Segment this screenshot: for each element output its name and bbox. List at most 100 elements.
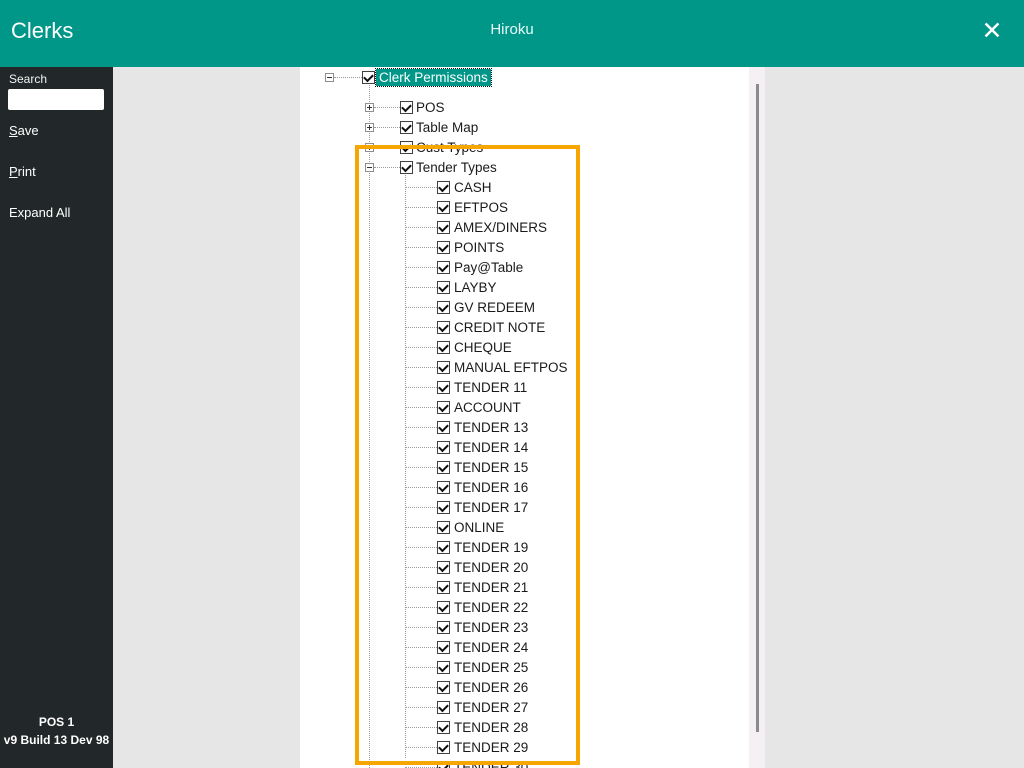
save-button[interactable]: Save [9, 123, 39, 138]
tree-checkbox-checked[interactable] [437, 381, 450, 394]
tree-node-label-selected[interactable]: Clerk Permissions [375, 68, 492, 87]
tree-checkbox-checked[interactable] [437, 361, 450, 374]
tree-node-label[interactable]: GV REDEEM [454, 299, 535, 316]
tree-node-label[interactable]: TENDER 15 [454, 459, 528, 476]
expand-toggle-icon[interactable] [365, 123, 374, 132]
tree-checkbox-checked[interactable] [437, 181, 450, 194]
tree-node-label[interactable]: MANUAL EFTPOS [454, 359, 568, 376]
tree-checkbox-checked[interactable] [437, 221, 450, 234]
tree-connector-line [405, 267, 437, 268]
tree-node-label[interactable]: TENDER 19 [454, 539, 528, 556]
tree-checkbox-checked[interactable] [437, 301, 450, 314]
tree-checkbox-checked[interactable] [437, 721, 450, 734]
tree-connector-line [405, 647, 437, 648]
tree-node-label[interactable]: TENDER 14 [454, 439, 528, 456]
tree-node-label[interactable]: POS [416, 99, 445, 116]
tree-checkbox-checked[interactable] [437, 761, 450, 768]
tree-node-label[interactable]: TENDER 23 [454, 619, 528, 636]
tree-connector-line [374, 167, 400, 168]
tree-connector-line [405, 487, 437, 488]
window-title: Hiroku [490, 21, 534, 38]
tree-node-label[interactable]: TENDER 26 [454, 679, 528, 696]
tree-connector-line [405, 687, 437, 688]
tree-checkbox-checked[interactable] [437, 441, 450, 454]
tree-connector-line [405, 287, 437, 288]
tree-checkbox-checked[interactable] [437, 601, 450, 614]
tree-connector-line [405, 187, 437, 188]
tree-node-label[interactable]: ACCOUNT [454, 399, 521, 416]
tree-checkbox-checked[interactable] [362, 71, 375, 84]
tree-connector-line [405, 247, 437, 248]
tree-checkbox-checked[interactable] [437, 661, 450, 674]
tree-connector-line [374, 147, 400, 148]
expand-all-button[interactable]: Expand All [9, 205, 70, 220]
tree-checkbox-checked[interactable] [437, 741, 450, 754]
collapse-toggle-icon[interactable] [365, 163, 374, 172]
tree-node-label[interactable]: AMEX/DINERS [454, 219, 547, 236]
tree-checkbox-checked[interactable] [437, 501, 450, 514]
tree-checkbox-checked[interactable] [400, 161, 413, 174]
tree-connector-line [405, 507, 437, 508]
search-input[interactable] [8, 89, 104, 110]
expand-toggle-icon[interactable] [365, 103, 374, 112]
tree-node-label[interactable]: TENDER 27 [454, 699, 528, 716]
tree-checkbox-checked[interactable] [437, 581, 450, 594]
tree-node-label[interactable]: TENDER 28 [454, 719, 528, 736]
tree-checkbox-checked[interactable] [437, 261, 450, 274]
tree-node-label[interactable]: TENDER 11 [454, 379, 527, 396]
tree-connector-line [405, 327, 437, 328]
tree-checkbox-checked[interactable] [437, 621, 450, 634]
tree-connector-line [405, 427, 437, 428]
tree-checkbox-checked[interactable] [437, 321, 450, 334]
scrollbar-thumb[interactable] [756, 84, 759, 732]
expand-toggle-icon[interactable] [365, 143, 374, 152]
close-icon[interactable]: ✕ [974, 13, 1010, 49]
tree-node-label[interactable]: TENDER 20 [454, 559, 528, 576]
tree-node-label[interactable]: TENDER 29 [454, 739, 528, 756]
tree-node-label[interactable]: TENDER 21 [454, 579, 528, 596]
tree-checkbox-checked[interactable] [437, 461, 450, 474]
tree-checkbox-checked[interactable] [437, 481, 450, 494]
tree-connector-line [369, 85, 370, 768]
collapse-toggle-icon[interactable] [325, 73, 334, 82]
tree-checkbox-checked[interactable] [437, 541, 450, 554]
tree-node-label[interactable]: TENDER 24 [454, 639, 528, 656]
tree-node-label[interactable]: TENDER 17 [454, 499, 528, 516]
tree-checkbox-checked[interactable] [437, 561, 450, 574]
tree-connector-line [334, 77, 362, 78]
tree-node-label[interactable]: LAYBY [454, 279, 497, 296]
tree-node-label[interactable]: TENDER 22 [454, 599, 528, 616]
tree-checkbox-checked[interactable] [437, 521, 450, 534]
tree-connector-line [405, 407, 437, 408]
tree-node-label[interactable]: Tender Types [416, 159, 497, 176]
tree-connector-line [405, 567, 437, 568]
tree-checkbox-checked[interactable] [437, 401, 450, 414]
tree-node-label[interactable]: EFTPOS [454, 199, 508, 216]
tree-checkbox-checked[interactable] [400, 121, 413, 134]
tree-checkbox-checked[interactable] [437, 201, 450, 214]
tree-node-label[interactable]: POINTS [454, 239, 504, 256]
print-button[interactable]: Print [9, 164, 36, 179]
tree-checkbox-checked[interactable] [437, 641, 450, 654]
tree-checkbox-checked[interactable] [400, 101, 413, 114]
tree-checkbox-checked[interactable] [437, 421, 450, 434]
tree-node-label[interactable]: TENDER 16 [454, 479, 528, 496]
tree-node-label[interactable]: CREDIT NOTE [454, 319, 545, 336]
tree-node-label[interactable]: CHEQUE [454, 339, 512, 356]
tree-checkbox-checked[interactable] [437, 681, 450, 694]
tree-node-label[interactable]: TENDER 13 [454, 419, 528, 436]
tree-connector-line [405, 707, 437, 708]
tree-checkbox-checked[interactable] [437, 341, 450, 354]
tree-node-label[interactable]: Pay@Table [454, 259, 523, 276]
tree-node-label[interactable]: TENDER 30 [454, 759, 528, 768]
tree-node-label[interactable]: ONLINE [454, 519, 504, 536]
tree-checkbox-checked[interactable] [400, 141, 413, 154]
tree-node-label[interactable]: Cust Types [416, 139, 483, 156]
tree-checkbox-checked[interactable] [437, 701, 450, 714]
tree-checkbox-checked[interactable] [437, 241, 450, 254]
tree-node-label[interactable]: TENDER 25 [454, 659, 528, 676]
tree-connector-line [405, 387, 437, 388]
tree-node-label[interactable]: CASH [454, 179, 492, 196]
tree-checkbox-checked[interactable] [437, 281, 450, 294]
tree-node-label[interactable]: Table Map [416, 119, 478, 136]
